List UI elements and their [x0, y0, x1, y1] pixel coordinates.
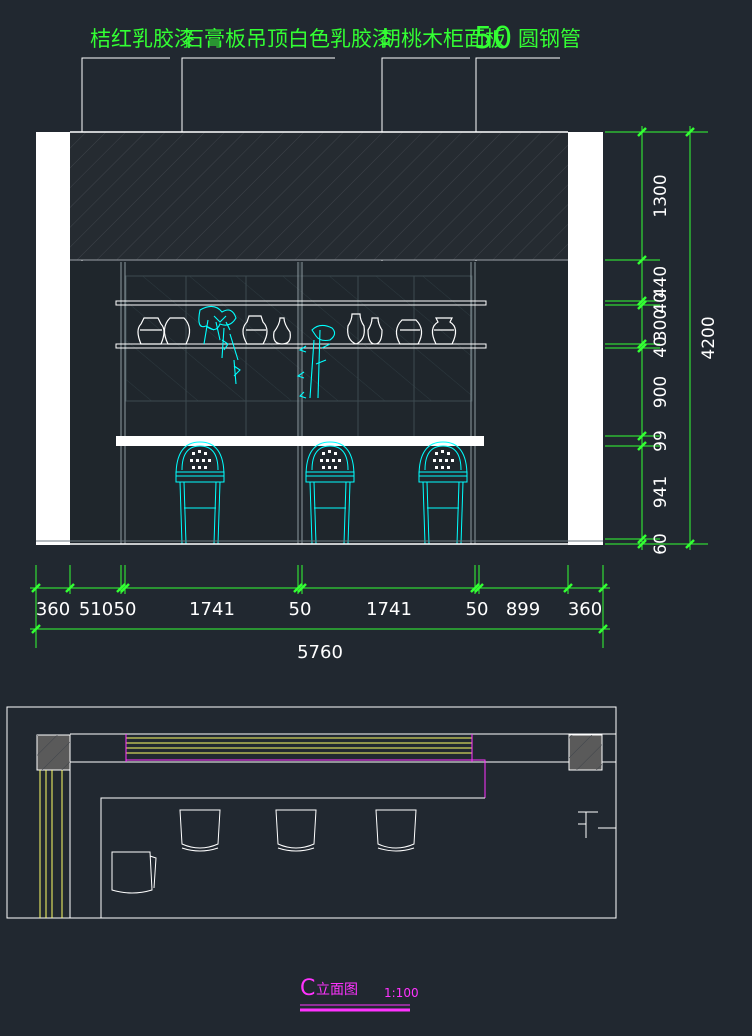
label-steel-pipe-size: 50: [474, 21, 512, 56]
label-ceiling: 石膏板吊顶白色乳胶漆: [183, 27, 393, 51]
title-scale: 1:100: [384, 986, 419, 1000]
dim-h-9: 360: [568, 599, 602, 620]
dim-h-7: 50: [466, 599, 489, 620]
dim-v-5: 40: [651, 336, 671, 358]
dim-v-6: 900: [651, 376, 671, 408]
dim-v-9: 60: [651, 533, 671, 555]
horizontal-dimension-values: 360 510 50 1741 50 1741 50 899 360 5760: [36, 599, 602, 663]
dim-v-1: 1300: [651, 174, 671, 217]
dim-h-2: 510: [79, 599, 113, 620]
bar-counter: [116, 436, 484, 446]
drawing-title: C 立面图 1:100: [300, 976, 419, 1012]
dim-h-4: 1741: [189, 599, 235, 620]
right-column: [568, 132, 603, 545]
label-steel-pipe: 圆钢管: [518, 27, 581, 51]
dim-total-height: 4200: [699, 316, 719, 359]
dim-h-6: 1741: [366, 599, 412, 620]
title-letter: C: [300, 976, 315, 1001]
dim-h-8: 899: [506, 599, 540, 620]
elevation-drawing: 桔红乳胶漆 石膏板吊顶白色乳胶漆 胡桃木柜面板 50 圆钢管 360 510 5…: [6, 21, 719, 1012]
dim-h-5: 50: [289, 599, 312, 620]
label-wall-paint: 桔红乳胶漆: [90, 27, 195, 51]
dim-h-3: 50: [114, 599, 137, 620]
left-column: [36, 132, 70, 545]
dim-v-8: 941: [651, 476, 671, 508]
plan-view: [6, 706, 617, 919]
dim-total-width: 5760: [297, 642, 343, 663]
dim-v-7: 99: [651, 430, 671, 452]
title-text: 立面图: [316, 982, 358, 998]
dim-h-1: 360: [36, 599, 70, 620]
vertical-dimension-values: 1300 440 40 300 40 900 99 941 60 4200: [651, 174, 719, 554]
